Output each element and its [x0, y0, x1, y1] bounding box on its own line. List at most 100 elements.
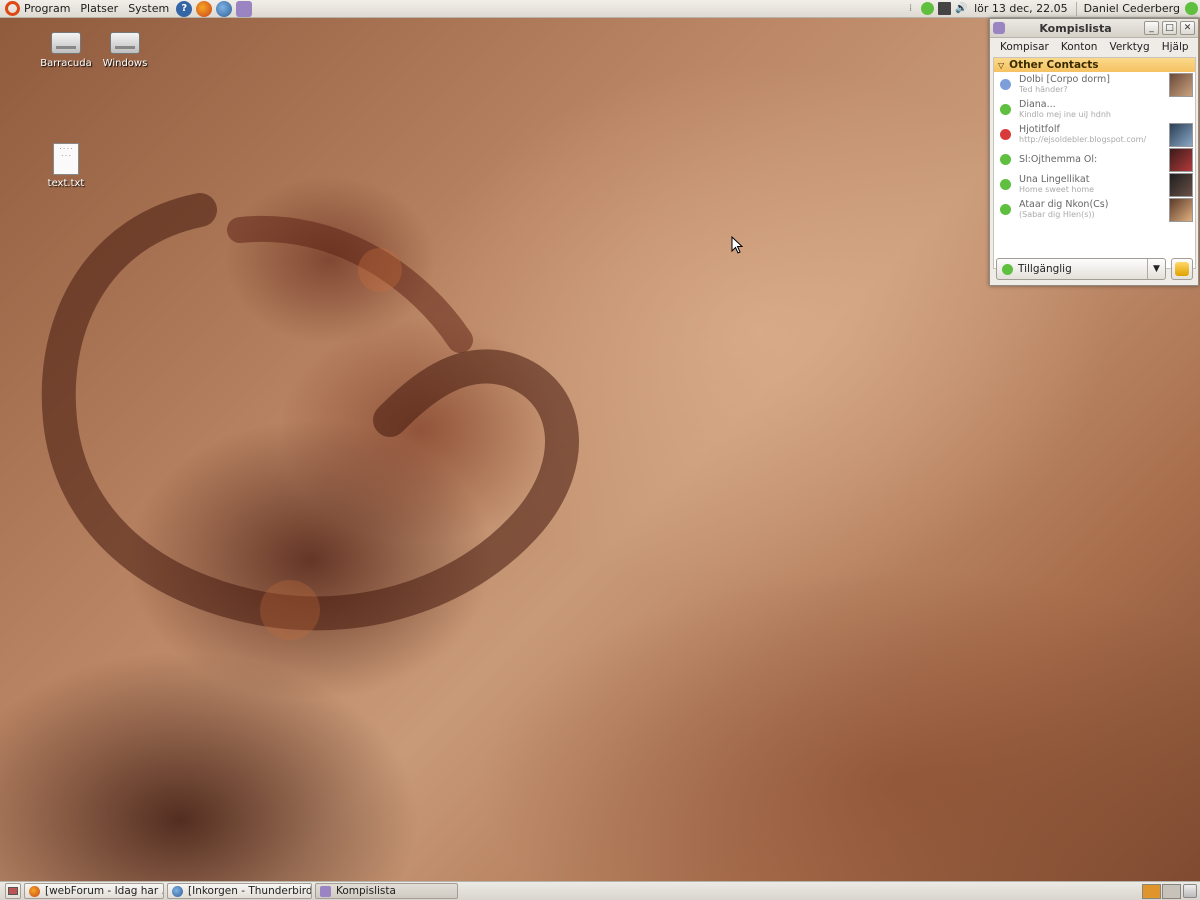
mouse-cursor-icon [731, 236, 743, 254]
thunderbird-launcher-icon[interactable] [216, 0, 233, 17]
user-status-icon[interactable] [1185, 2, 1198, 15]
desktop-icon-label: Windows [102, 58, 148, 69]
pidgin-icon [320, 885, 331, 897]
menu-kompisar[interactable]: Kompisar [994, 41, 1055, 53]
group-name: Other Contacts [1009, 59, 1099, 71]
clock[interactable]: lör 13 dec, 22.05 [970, 2, 1072, 15]
buddy-avatar [1169, 72, 1193, 97]
menu-hjalp[interactable]: Hjälp [1156, 41, 1195, 53]
places-menu[interactable]: Platser [75, 0, 123, 18]
workspace-1[interactable] [1142, 883, 1161, 899]
firefox-icon [29, 885, 40, 897]
wallpaper-swirl-art [41, 193, 579, 640]
help-launcher-icon[interactable]: ? [176, 0, 193, 17]
contact-name: Sl:Ojthemma Ol: [1019, 154, 1098, 165]
firefox-launcher-icon[interactable] [196, 0, 213, 17]
available-status-icon [1000, 179, 1011, 190]
contact-row[interactable]: Sl:Ojthemma Ol: [994, 147, 1195, 172]
menu-label-system: System [128, 2, 170, 15]
bottom-panel: [webForum - Idag har ... [Inkorgen - Thu… [0, 881, 1200, 900]
system-menu[interactable]: System [123, 0, 174, 18]
contact-status-message: http://ejsoldebler.blogspot.com/ [1019, 135, 1147, 144]
desktop-icon-windows[interactable]: Windows [95, 32, 155, 69]
drive-icon [51, 32, 81, 54]
show-desktop-button[interactable] [5, 883, 21, 899]
desktop-icon-label: Barracuda [40, 58, 92, 69]
contact-row[interactable]: Diana... Kindlo mej ine uiJ hdnh [994, 97, 1195, 122]
system-tray: ⁞ 🔊 lör 13 dec, 22.05 Daniel Cederberg [902, 0, 1200, 18]
thunderbird-icon [172, 885, 183, 897]
workspace-switcher [1141, 883, 1181, 899]
show-desktop-icon [8, 887, 18, 895]
contact-name: Hjotitfolf [1019, 124, 1060, 135]
contact-name: Dolbi [Corpo dorm] [1019, 74, 1110, 85]
busy-status-icon [1000, 129, 1011, 140]
buddy-list-window: Kompislista _ □ ✕ Kompisar Konton Verkty… [989, 18, 1199, 286]
minimize-button[interactable]: _ [1144, 21, 1159, 35]
taskbar-button-firefox[interactable]: [webForum - Idag har ... [24, 883, 164, 899]
buddy-avatar [1169, 172, 1193, 197]
available-status-icon [1000, 204, 1011, 215]
desktop-icon-barracuda[interactable]: Barracuda [36, 32, 96, 69]
contact-text: Sl:Ojthemma Ol: [1019, 154, 1169, 165]
tray-handle-icon: ⁞ [908, 3, 913, 14]
contact-row[interactable]: Dolbi [Corpo dorm] Ted händer? [994, 72, 1195, 97]
task-label: Kompislista [336, 885, 396, 897]
chevron-down-icon: ▼ [1147, 259, 1165, 279]
menu-bar: Kompisar Konton Verktyg Hjälp [990, 38, 1198, 55]
contact-text: Una Lingellikat Home sweet home [1019, 174, 1169, 195]
desktop-icon-text-file[interactable]: · · · · · · · text.txt [36, 143, 96, 189]
menu-verktyg[interactable]: Verktyg [1103, 41, 1155, 53]
contact-name: Una Lingellikat [1019, 174, 1090, 185]
contact-text: Ataar dig Nkon(Cs) (Sabar dig Hlen(s)) [1019, 199, 1169, 220]
taskbar-button-pidgin[interactable]: Kompislista [315, 883, 458, 899]
pidgin-launcher-icon[interactable] [236, 0, 253, 17]
volume-icon[interactable]: 🔊 [955, 2, 968, 15]
drive-icon [110, 32, 140, 54]
mood-icon [1175, 262, 1189, 276]
buddy-avatar [1169, 147, 1193, 172]
buddy-avatar [1169, 122, 1193, 147]
contact-status-message: Ted händer? [1019, 85, 1068, 94]
user-switcher[interactable]: Daniel Cederberg [1081, 2, 1183, 15]
contact-row[interactable]: Ataar dig Nkon(Cs) (Sabar dig Hlen(s)) [994, 197, 1195, 222]
menu-konton[interactable]: Konton [1055, 41, 1104, 53]
contact-status-message: Kindlo mej ine uiJ hdnh [1019, 110, 1111, 119]
status-selector-value: Tillgänglig [1018, 263, 1072, 275]
workspace-2[interactable] [1162, 883, 1181, 899]
pidgin-icon [993, 22, 1005, 34]
available-status-icon [1000, 104, 1011, 115]
menu-label-program: Program [24, 2, 71, 15]
panel-separator [1075, 1, 1077, 16]
network-icon[interactable] [938, 2, 952, 15]
close-button[interactable]: ✕ [1180, 21, 1195, 35]
away-status-icon [1000, 79, 1011, 90]
pidgin-tray-icon[interactable] [921, 2, 935, 15]
contact-status-message: Home sweet home [1019, 185, 1095, 194]
taskbar-button-thunderbird[interactable]: [Inkorgen - Thunderbird] [167, 883, 312, 899]
maximize-button[interactable]: □ [1162, 21, 1177, 35]
contact-row[interactable]: Una Lingellikat Home sweet home [994, 172, 1195, 197]
task-label: [webForum - Idag har ... [45, 885, 164, 897]
contact-name: Diana... [1019, 99, 1056, 110]
window-title: Kompislista [1039, 21, 1112, 35]
available-status-icon [1000, 154, 1011, 165]
chevron-down-icon: ▽ [998, 60, 1005, 70]
buddy-avatar [1169, 197, 1193, 222]
contact-text: Hjotitfolf http://ejsoldebler.blogspot.c… [1019, 124, 1169, 145]
contact-group-header[interactable]: ▽ Other Contacts [994, 58, 1195, 72]
text-file-icon: · · · · · · · [53, 143, 79, 175]
status-selector[interactable]: Tillgänglig ▼ [996, 258, 1166, 280]
applications-menu[interactable]: Program [0, 0, 75, 18]
contact-name: Ataar dig Nkon(Cs) [1019, 199, 1109, 210]
contact-row[interactable]: Hjotitfolf http://ejsoldebler.blogspot.c… [994, 122, 1195, 147]
trash-icon[interactable] [1183, 884, 1197, 898]
desktop-icon-label: text.txt [47, 178, 85, 189]
contact-text: Diana... Kindlo mej ine uiJ hdnh [1019, 99, 1195, 120]
task-label: [Inkorgen - Thunderbird] [188, 885, 312, 897]
available-status-icon [1002, 263, 1013, 275]
title-bar[interactable]: Kompislista _ □ ✕ [990, 19, 1198, 38]
status-message-button[interactable] [1171, 258, 1193, 280]
contact-status-message: (Sabar dig Hlen(s)) [1019, 210, 1095, 219]
top-panel: Program Platser System ? ⁞ 🔊 lör 13 dec,… [0, 0, 1200, 18]
